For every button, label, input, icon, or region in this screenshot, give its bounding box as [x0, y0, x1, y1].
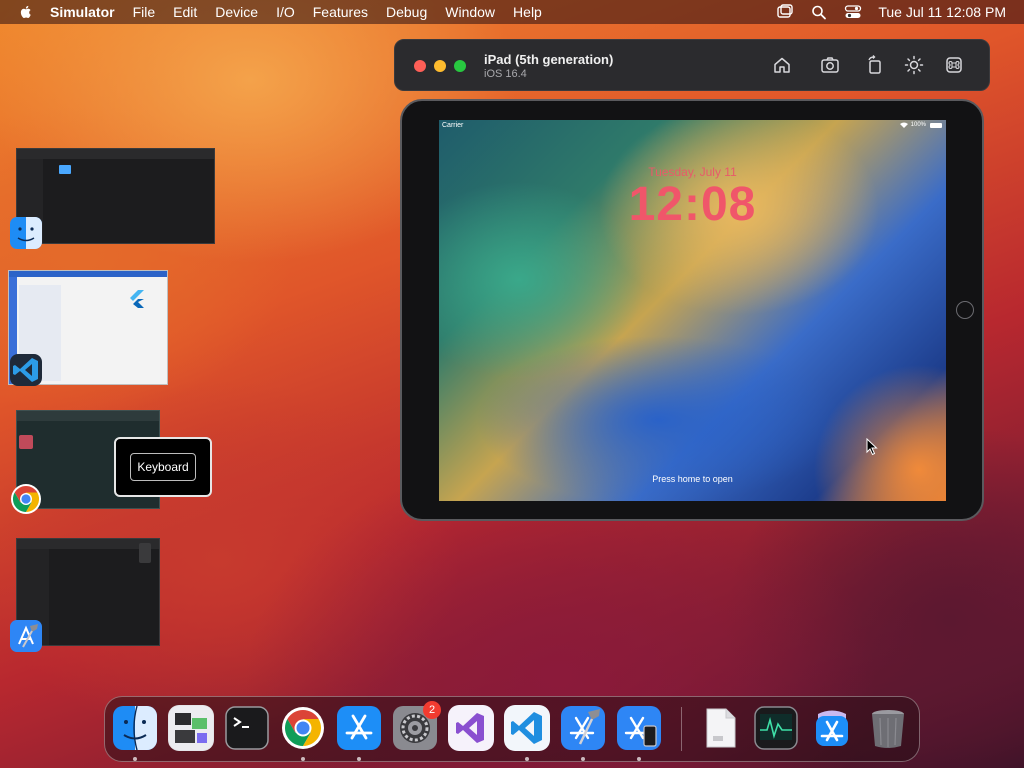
- dock: 2: [104, 696, 920, 762]
- flutter-logo-icon: [127, 289, 147, 309]
- menu-bar: Simulator File Edit Device I/O Features …: [0, 0, 1024, 24]
- dock-js-file[interactable]: [697, 705, 743, 751]
- stage-vscode-titlebar: [9, 271, 167, 277]
- dock-running-indicator: [581, 757, 585, 761]
- screens-icon: [169, 706, 213, 750]
- dock-running-indicator: [637, 757, 641, 761]
- dock-terminal[interactable]: [224, 705, 270, 751]
- dock-running-indicator: [133, 757, 137, 761]
- dock-downloads[interactable]: [809, 705, 855, 751]
- stage-chrome-tabbar: [17, 411, 159, 421]
- screenshot-button[interactable]: [819, 54, 841, 76]
- menu-window[interactable]: Window: [445, 4, 495, 20]
- stage-xcode-preview-device: [139, 543, 151, 563]
- status-battery-percent: 100%: [910, 122, 926, 128]
- xcode-icon: [10, 620, 42, 652]
- visual-studio-icon: [449, 706, 493, 750]
- search-icon[interactable]: [810, 4, 828, 20]
- activity-monitor-icon: [754, 706, 798, 750]
- menu-io[interactable]: I/O: [276, 4, 295, 20]
- downloads-icon: [816, 710, 848, 746]
- dock-divider: [681, 707, 682, 751]
- battery-icon: [930, 123, 942, 128]
- menu-device[interactable]: Device: [215, 4, 258, 20]
- control-center-icon[interactable]: [844, 4, 862, 20]
- dock-simulator[interactable]: [616, 705, 662, 751]
- vscode-icon: [13, 358, 38, 382]
- stage-finder-toolbar: [17, 149, 214, 159]
- screenshot-icon: [821, 57, 839, 73]
- dock-finder[interactable]: [112, 705, 158, 751]
- finder-icon: [113, 706, 157, 750]
- simulator-icon: [617, 706, 661, 750]
- finder-icon: [10, 217, 42, 249]
- simulator-title-bar[interactable]: iPad (5th generation) iOS 16.4: [394, 39, 990, 91]
- window-icon[interactable]: [776, 4, 794, 20]
- window-close-button[interactable]: [414, 60, 426, 72]
- folder-icon: [59, 165, 71, 174]
- rotate-button[interactable]: [864, 54, 886, 76]
- stage-finder-app-icon[interactable]: [10, 217, 42, 249]
- dock-vscode[interactable]: [504, 705, 550, 751]
- stage-finder-window[interactable]: [16, 148, 215, 244]
- dock-chrome[interactable]: [280, 705, 326, 751]
- stage-chrome-app-icon[interactable]: [10, 483, 42, 515]
- xcode-icon: [561, 706, 605, 750]
- menu-debug[interactable]: Debug: [386, 4, 427, 20]
- dock-running-indicator: [357, 757, 361, 761]
- menu-features[interactable]: Features: [313, 4, 368, 20]
- keyboard-command-icon: [946, 57, 962, 73]
- dock-visual-studio[interactable]: [448, 705, 494, 751]
- status-carrier: Carrier: [442, 122, 464, 129]
- dock-trash[interactable]: [865, 705, 911, 751]
- settings-update-badge: 2: [423, 701, 441, 719]
- app-store-icon: [337, 706, 381, 750]
- simulator-device-name: iPad (5th generation): [484, 52, 614, 67]
- stage-xcode-app-icon[interactable]: [10, 620, 42, 652]
- appearance-icon: [904, 55, 924, 75]
- rotate-icon: [868, 55, 881, 74]
- ipad-home-button[interactable]: [956, 301, 974, 319]
- apple-menu-icon[interactable]: [18, 4, 34, 20]
- menu-bar-status-area: Tue Jul 11 12:08 PM: [776, 0, 1006, 24]
- menu-bar-clock[interactable]: Tue Jul 11 12:08 PM: [878, 4, 1006, 20]
- dock-running-indicator: [525, 757, 529, 761]
- lock-screen-hint: Press home to open: [652, 474, 733, 484]
- menu-edit[interactable]: Edit: [173, 4, 197, 20]
- chrome-icon: [282, 707, 324, 749]
- wifi-icon: [900, 122, 908, 128]
- dock-app-store[interactable]: [336, 705, 382, 751]
- appearance-button[interactable]: [903, 54, 925, 76]
- trash-icon: [872, 710, 904, 748]
- keyboard-tooltip: Keyboard: [114, 437, 212, 497]
- simulator-os-version: iOS 16.4: [484, 68, 527, 80]
- home-button[interactable]: [771, 54, 793, 76]
- ipad-device-frame: Carrier 100% Tuesday, July 11 12:08 Pres…: [400, 99, 984, 521]
- window-minimize-button[interactable]: [434, 60, 446, 72]
- menu-help[interactable]: Help: [513, 4, 542, 20]
- window-zoom-button[interactable]: [454, 60, 466, 72]
- vscode-icon: [505, 706, 549, 750]
- home-icon: [774, 57, 790, 73]
- mouse-cursor-icon: [866, 438, 878, 456]
- stage-chrome-thumbnail-image: [19, 435, 33, 449]
- dock-xcode[interactable]: [560, 705, 606, 751]
- dock-running-indicator: [301, 757, 305, 761]
- keyboard-command-button[interactable]: [943, 54, 965, 76]
- dock-activity-monitor[interactable]: [753, 705, 799, 751]
- chrome-icon: [11, 484, 41, 514]
- menu-app-simulator[interactable]: Simulator: [50, 4, 115, 20]
- terminal-icon: [225, 706, 269, 750]
- menu-file[interactable]: File: [133, 4, 156, 20]
- lock-screen-time: 12:08: [628, 178, 757, 231]
- document-icon: [706, 708, 736, 748]
- keyboard-button[interactable]: Keyboard: [130, 453, 196, 481]
- stage-vscode-app-icon[interactable]: [10, 354, 42, 386]
- dock-screens[interactable]: [168, 705, 214, 751]
